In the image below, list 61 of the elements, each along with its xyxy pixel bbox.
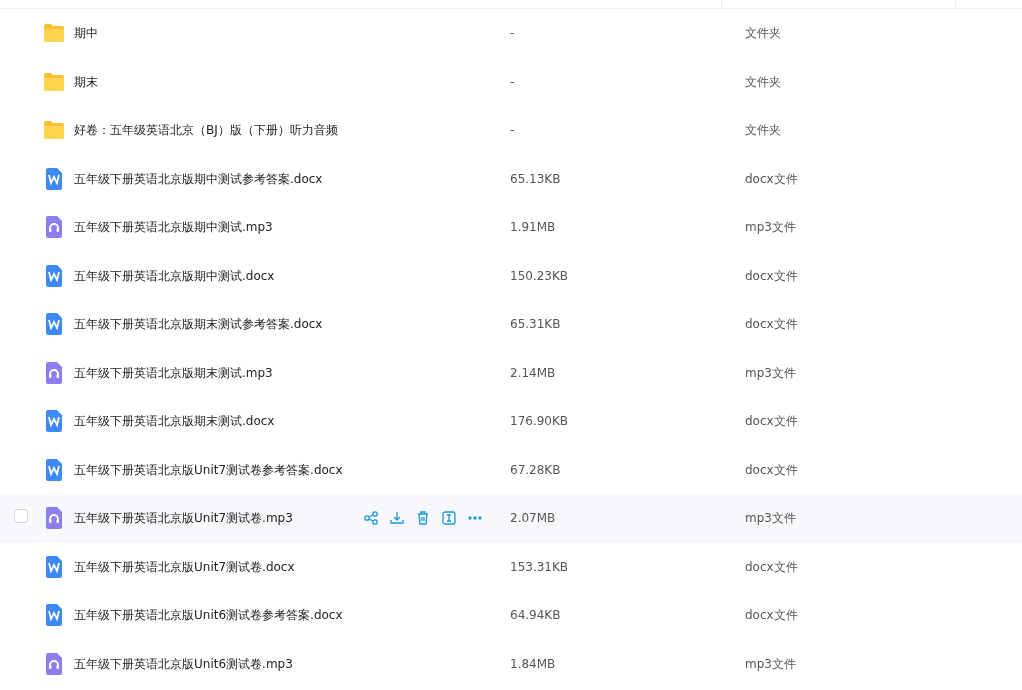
file-size: - <box>510 74 515 89</box>
file-type: docx文件 <box>745 414 798 429</box>
file-name[interactable]: 五年级下册英语北京版Unit7测试卷参考答案.docx <box>74 462 343 477</box>
file-name[interactable]: 五年级下册英语北京版期末测试参考答案.docx <box>74 317 323 332</box>
file-size: 153.31KB <box>510 559 569 574</box>
file-row[interactable]: 五年级下册英语北京版期中测试参考答案.docx 65.13KB docx文件 <box>0 154 1022 203</box>
file-name[interactable]: 五年级下册英语北京版Unit7测试卷.mp3 <box>74 511 293 526</box>
file-type: docx文件 <box>745 608 798 623</box>
download-icon[interactable] <box>389 510 405 527</box>
trash-icon[interactable] <box>415 510 431 527</box>
file-type: docx文件 <box>745 268 798 283</box>
file-size: 176.90KB <box>510 414 569 429</box>
file-size: 65.31KB <box>510 317 561 332</box>
file-type: mp3文件 <box>745 365 796 380</box>
file-name[interactable]: 五年级下册英语北京版Unit6测试卷.mp3 <box>74 656 293 671</box>
file-type: mp3文件 <box>745 656 796 671</box>
file-row[interactable]: 五年级下册英语北京版期中测试.mp3 1.91MB mp3文件 <box>0 203 1022 252</box>
file-type: docx文件 <box>745 171 798 186</box>
file-size: 65.13KB <box>510 171 561 186</box>
file-name[interactable]: 五年级下册英语北京版期末测试.docx <box>74 414 275 429</box>
file-size: 2.07MB <box>510 511 556 526</box>
file-name[interactable]: 五年级下册英语北京版期中测试.mp3 <box>74 220 273 235</box>
file-type: docx文件 <box>745 559 798 574</box>
file-type: mp3文件 <box>745 511 796 526</box>
file-row[interactable]: 五年级下册英语北京版Unit6测试卷参考答案.docx 64.94KB docx文件 <box>0 591 1022 640</box>
file-type: docx文件 <box>745 462 798 477</box>
file-name[interactable]: 五年级下册英语北京版期中测试参考答案.docx <box>74 171 323 186</box>
file-type: 文件夹 <box>745 26 781 41</box>
file-row[interactable]: 期末 - 文件夹 <box>0 57 1022 106</box>
file-row[interactable]: 五年级下册英语北京版期中测试.docx 150.23KB docx文件 <box>0 251 1022 300</box>
file-size: 2.14MB <box>510 365 556 380</box>
file-name[interactable]: 期中 <box>74 26 98 41</box>
file-row[interactable]: 五年级下册英语北京版Unit7测试卷.docx 153.31KB docx文件 <box>0 542 1022 591</box>
file-row[interactable]: 五年级下册英语北京版Unit6测试卷.mp3 1.84MB mp3文件 <box>0 639 1022 688</box>
file-type: docx文件 <box>745 317 798 332</box>
file-type: 文件夹 <box>745 74 781 89</box>
file-size: 1.91MB <box>510 220 556 235</box>
file-row[interactable]: 五年级下册英语北京版Unit7测试卷.mp3 2.07MB mp3文件 <box>0 494 1022 543</box>
file-name[interactable]: 五年级下册英语北京版Unit6测试卷参考答案.docx <box>74 608 343 623</box>
file-name[interactable]: 好卷：五年级英语北京（BJ）版（下册）听力音频 <box>74 123 338 138</box>
file-size: 150.23KB <box>510 268 569 283</box>
row-checkbox[interactable] <box>14 509 28 524</box>
file-size: - <box>510 123 515 138</box>
file-row[interactable]: 五年级下册英语北京版期末测试.mp3 2.14MB mp3文件 <box>0 348 1022 397</box>
file-name[interactable]: 期末 <box>74 74 98 89</box>
file-size: 64.94KB <box>510 608 561 623</box>
file-size: 1.84MB <box>510 656 556 671</box>
file-row[interactable]: 五年级下册英语北京版期末测试参考答案.docx 65.31KB docx文件 <box>0 300 1022 349</box>
file-name[interactable]: 五年级下册英语北京版期中测试.docx <box>74 268 275 283</box>
file-row[interactable]: 五年级下册英语北京版期末测试.docx 176.90KB docx文件 <box>0 397 1022 446</box>
file-type: 文件夹 <box>745 123 781 138</box>
file-size: 67.28KB <box>510 462 561 477</box>
file-size: - <box>510 26 515 41</box>
share-icon[interactable] <box>363 510 379 527</box>
file-type: mp3文件 <box>745 220 796 235</box>
file-name[interactable]: 五年级下册英语北京版Unit7测试卷.docx <box>74 559 295 574</box>
rename-icon[interactable] <box>441 510 457 527</box>
file-row[interactable]: 好卷：五年级英语北京（BJ）版（下册）听力音频 - 文件夹 <box>0 106 1022 155</box>
file-row[interactable]: 五年级下册英语北京版Unit7测试卷参考答案.docx 67.28KB docx文件 <box>0 445 1022 494</box>
file-row[interactable]: 期中 - 文件夹 <box>0 9 1022 58</box>
file-name[interactable]: 五年级下册英语北京版期末测试.mp3 <box>74 365 273 380</box>
